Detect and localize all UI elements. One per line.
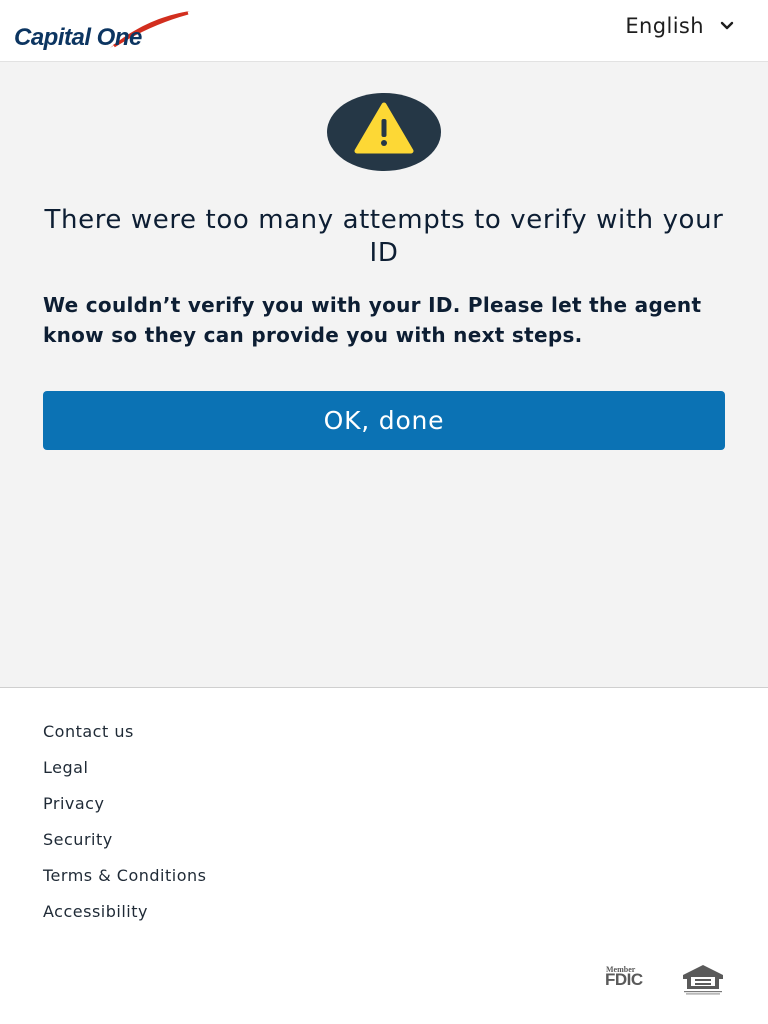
footer-link-legal[interactable]: Legal [43, 758, 206, 794]
main-content: There were too many attempts to verify w… [0, 62, 768, 688]
footer-link-privacy[interactable]: Privacy [43, 794, 206, 830]
fdic-badge: Member FDIC [605, 965, 655, 989]
page-title: There were too many attempts to verify w… [44, 205, 724, 268]
site-header: Capital One English [0, 0, 768, 62]
site-footer: Contact us Legal Privacy Security Terms … [0, 689, 768, 1024]
logo-text: Capital One [14, 24, 142, 51]
equal-housing-opportunity-icon [683, 965, 723, 995]
fdic-text: FDIC [605, 970, 643, 989]
ok-done-button[interactable]: OK, done [43, 391, 725, 450]
error-message: We couldn’t verify you with your ID. Ple… [43, 293, 702, 347]
language-selector[interactable]: English [625, 14, 734, 38]
capital-one-logo[interactable]: Capital One [14, 10, 204, 56]
warning-icon [327, 93, 441, 171]
footer-link-contact[interactable]: Contact us [43, 722, 206, 758]
chevron-down-icon [720, 21, 734, 30]
footer-link-accessibility[interactable]: Accessibility [43, 902, 206, 938]
footer-link-security[interactable]: Security [43, 830, 206, 866]
footer-links: Contact us Legal Privacy Security Terms … [43, 722, 206, 938]
language-label: English [625, 14, 704, 38]
footer-link-terms[interactable]: Terms & Conditions [43, 866, 206, 902]
